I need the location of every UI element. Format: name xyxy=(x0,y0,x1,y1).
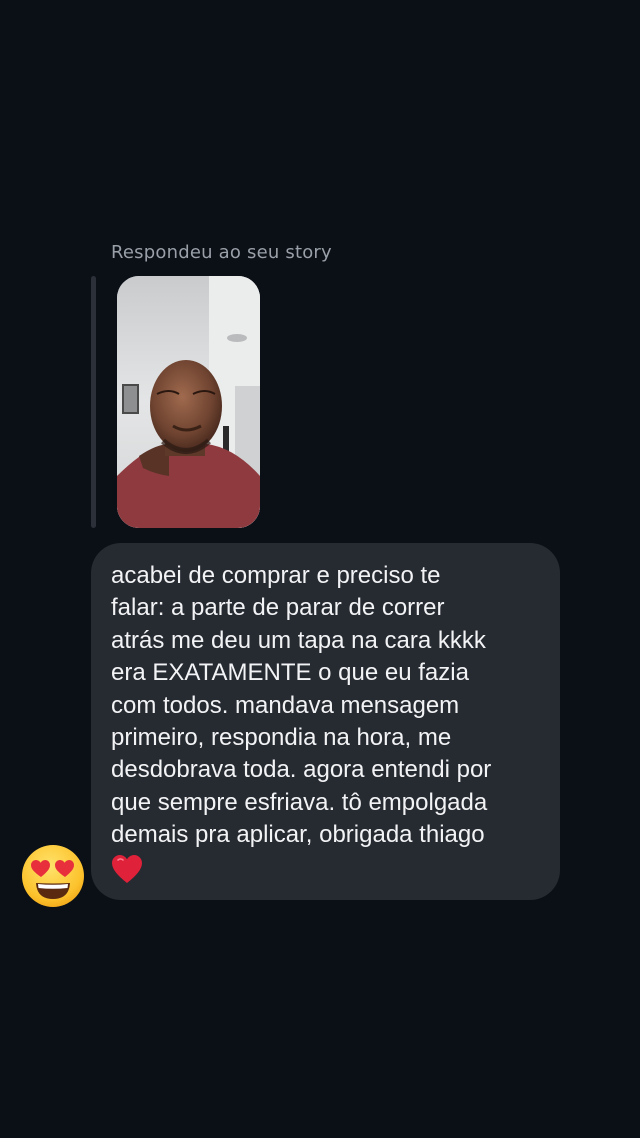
red-heart-icon xyxy=(111,854,143,888)
chat-screen: Respondeu ao seu story acabei de comprar… xyxy=(0,0,640,1138)
message-bubble[interactable]: acabei de comprar e preciso te falar: a … xyxy=(91,543,560,900)
message-text: acabei de comprar e preciso te falar: a … xyxy=(111,562,492,849)
reply-indicator-bar xyxy=(91,276,96,528)
heart-eyes-face-icon[interactable] xyxy=(21,844,85,908)
story-reply-label: Respondeu ao seu story xyxy=(111,242,332,263)
story-image xyxy=(117,276,260,528)
story-thumbnail[interactable] xyxy=(117,276,260,528)
